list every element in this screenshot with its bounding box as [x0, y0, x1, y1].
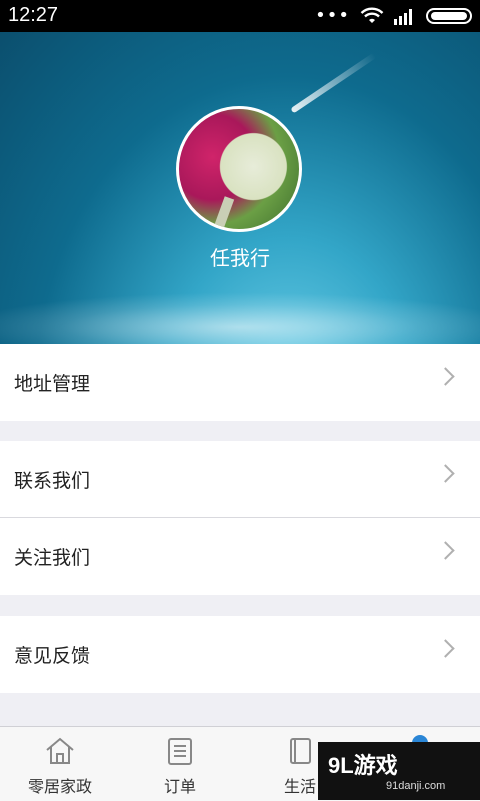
- book-icon: [290, 738, 311, 764]
- menu-group-feedback: 意见反馈: [0, 616, 480, 693]
- status-bar: 12:27 •••: [0, 0, 480, 32]
- menu-item-label: 地址管理: [14, 373, 91, 395]
- menu-item-feedback[interactable]: 意见反馈: [0, 616, 480, 693]
- avatar-image-detail: [213, 196, 235, 229]
- watermark-main: 9L游戏: [328, 753, 398, 778]
- status-icons: •••: [315, 6, 472, 26]
- battery-icon: [426, 8, 472, 24]
- watermark-overlay: 9L游戏 91danji.com: [318, 742, 480, 800]
- menu-item-contact-us[interactable]: 联系我们: [0, 441, 480, 518]
- chevron-right-icon: [436, 541, 455, 560]
- tab-label: 零居家政: [27, 777, 92, 796]
- menu-item-label: 关注我们: [14, 547, 91, 569]
- username: 任我行: [210, 246, 270, 270]
- avatar[interactable]: [176, 106, 302, 232]
- comet-decoration: [290, 52, 377, 114]
- notification-dots-icon: •••: [315, 5, 350, 26]
- chevron-right-icon: [436, 367, 455, 386]
- status-time: 12:27: [8, 4, 59, 26]
- chevron-right-icon: [436, 464, 455, 483]
- menu-group-contact: 联系我们 关注我们: [0, 441, 480, 595]
- chevron-right-icon: [436, 639, 455, 658]
- menu-item-address[interactable]: 地址管理: [0, 344, 480, 421]
- menu-item-label: 联系我们: [14, 470, 91, 492]
- tab-home[interactable]: 零居家政: [0, 727, 120, 801]
- menu-item-label: 意见反馈: [14, 645, 91, 667]
- menu-item-follow-us[interactable]: 关注我们: [0, 518, 480, 595]
- tab-label: 订单: [163, 777, 196, 796]
- order-icon: [168, 738, 192, 765]
- profile-header: 任我行: [0, 32, 480, 344]
- cloud-decoration: [0, 292, 480, 344]
- tab-orders[interactable]: 订单: [120, 727, 240, 801]
- watermark-sub: 91danji.com: [386, 780, 446, 792]
- home-icon: [46, 737, 74, 764]
- signal-icon: [394, 9, 412, 25]
- menu-group-address: 地址管理: [0, 344, 480, 421]
- wifi-icon: [360, 7, 384, 23]
